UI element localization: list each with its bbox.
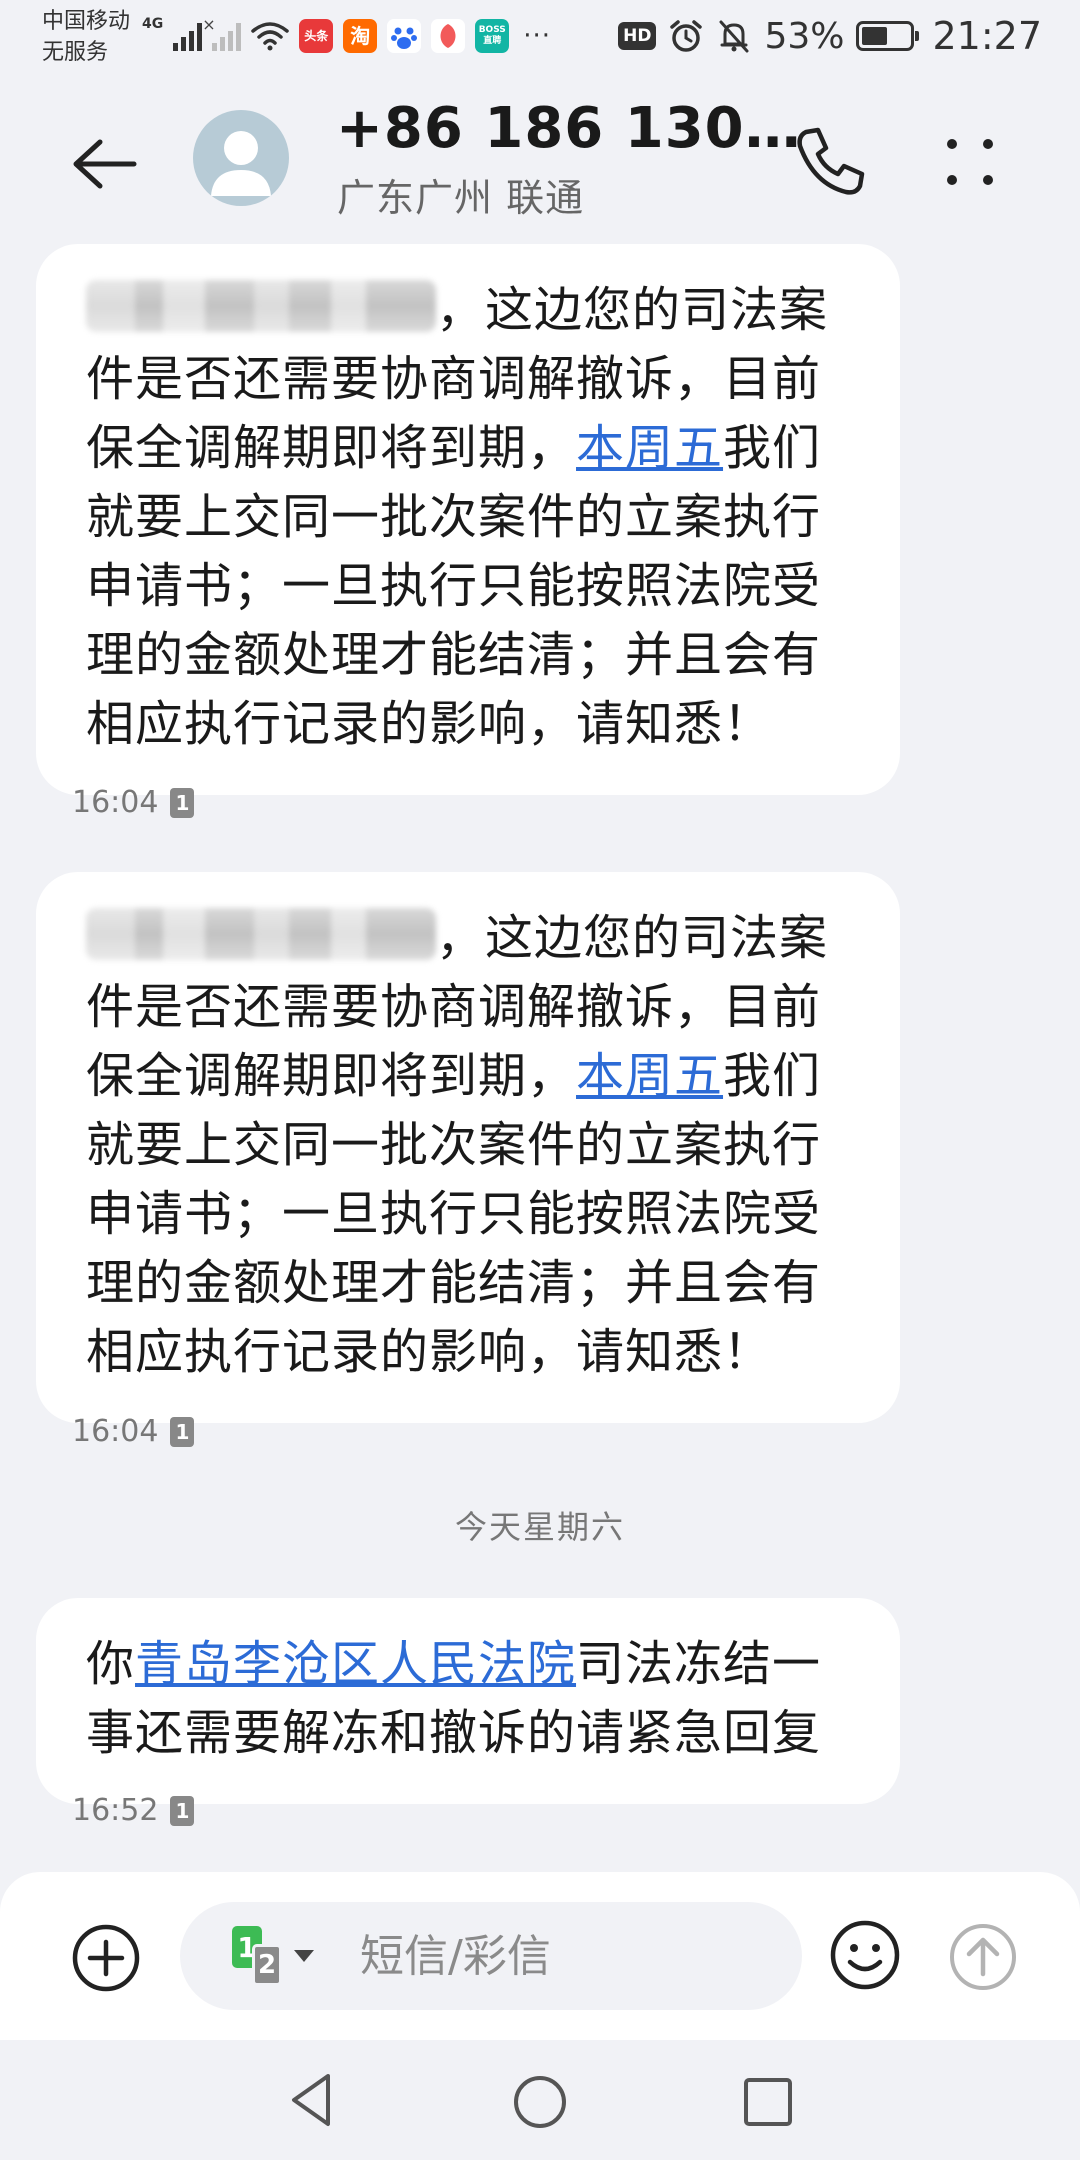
- message-time: 16:52: [72, 1793, 159, 1828]
- signal-sim2-no-service-icon: ×: [202, 15, 242, 51]
- add-attachment-icon[interactable]: [70, 1922, 142, 1994]
- contact-location: 广东广州 联通: [337, 176, 585, 220]
- contact-number[interactable]: +86 186 130…: [336, 96, 802, 162]
- sim-selector[interactable]: 1 2: [232, 1926, 314, 1990]
- signal-sim1-icon: [173, 21, 203, 51]
- message-input-box[interactable]: 1 2: [180, 1902, 802, 2010]
- message-bubble[interactable]: ，这边您的司法案件是否还需要协商调解撤诉，目前保全调解期即将到期，本周五我们就要…: [36, 872, 900, 1423]
- conversation-header: +86 186 130… 广东广州 联通: [0, 96, 1080, 236]
- day-divider: 今天星期六: [454, 1508, 625, 1546]
- more-notifications-icon: ···: [523, 21, 552, 51]
- contact-avatar[interactable]: [193, 110, 289, 206]
- red-app-icon: [431, 19, 466, 53]
- nav-home-icon[interactable]: [510, 2072, 570, 2132]
- boss-zhipin-app-icon: BOSS直聘: [475, 19, 510, 53]
- sim-card-icon: 1: [170, 1416, 195, 1447]
- network-type-tag: 4G: [142, 16, 164, 32]
- baidu-app-icon: [387, 19, 422, 53]
- sim-card-icon: 1: [170, 1795, 195, 1826]
- message-meta: 16:04 1: [72, 1414, 195, 1449]
- date-link[interactable]: 本周五: [576, 1048, 723, 1104]
- send-icon[interactable]: [948, 1922, 1018, 1992]
- status-time: 21:27: [932, 14, 1042, 58]
- court-name-link[interactable]: 青岛李沧区人民法院: [135, 1636, 576, 1692]
- phone-call-icon[interactable]: [790, 122, 870, 202]
- default-person-icon: [211, 131, 271, 196]
- system-navigation-bar: [0, 2040, 1080, 2160]
- sim2-icon: 2: [252, 1944, 282, 1986]
- more-options-icon[interactable]: [940, 122, 1000, 202]
- status-icons-right: HD 53% 21:27: [618, 14, 1042, 58]
- message-time: 16:04: [72, 785, 159, 820]
- toutiao-app-icon: 头条: [299, 19, 334, 53]
- battery-percent: 53%: [764, 15, 845, 57]
- nav-recent-apps-icon[interactable]: [740, 2074, 796, 2130]
- emoji-icon[interactable]: [828, 1918, 902, 1992]
- taobao-app-icon: 淘: [343, 19, 378, 53]
- message-input[interactable]: [360, 1928, 760, 1984]
- alarm-icon: [670, 20, 703, 52]
- message-text: 你: [86, 1636, 136, 1692]
- chevron-down-icon: [294, 1950, 314, 1962]
- message-meta: 16:52 1: [72, 1793, 195, 1828]
- message-bubble[interactable]: 你青岛李沧区人民法院司法冻结一事还需要解冻和撤诉的请紧急回复: [36, 1598, 900, 1804]
- message-composer: 1 2: [0, 1872, 1080, 2040]
- carrier-status: 无服务: [42, 40, 109, 65]
- message-bubble[interactable]: ，这边您的司法案件是否还需要协商调解撤诉，目前保全调解期即将到期，本周五我们就要…: [36, 244, 900, 795]
- back-arrow-icon[interactable]: [64, 124, 144, 204]
- status-bar: 中国移动 无服务 4G × 头条 淘 BOSS直聘 ··· HD 53% 21:…: [0, 0, 1080, 82]
- carrier-info: 中国移动 无服务: [42, 6, 130, 68]
- status-icons-left: 4G × 头条 淘 BOSS直聘 ···: [142, 14, 551, 58]
- redacted-name: [86, 280, 436, 332]
- wifi-icon: [251, 22, 289, 51]
- bell-muted-icon: [719, 20, 749, 53]
- date-link[interactable]: 本周五: [576, 420, 723, 476]
- message-time: 16:04: [72, 1414, 159, 1449]
- battery-icon: [856, 21, 920, 51]
- redacted-name: [86, 908, 436, 960]
- carrier-name: 中国移动: [42, 9, 131, 34]
- nav-back-icon[interactable]: [282, 2068, 342, 2132]
- sim-card-icon: 1: [170, 787, 195, 818]
- message-meta: 16:04 1: [72, 785, 195, 820]
- hd-call-badge: HD: [618, 22, 657, 50]
- message-thread[interactable]: ，这边您的司法案件是否还需要协商调解撤诉，目前保全调解期即将到期，本周五我们就要…: [0, 240, 1080, 1870]
